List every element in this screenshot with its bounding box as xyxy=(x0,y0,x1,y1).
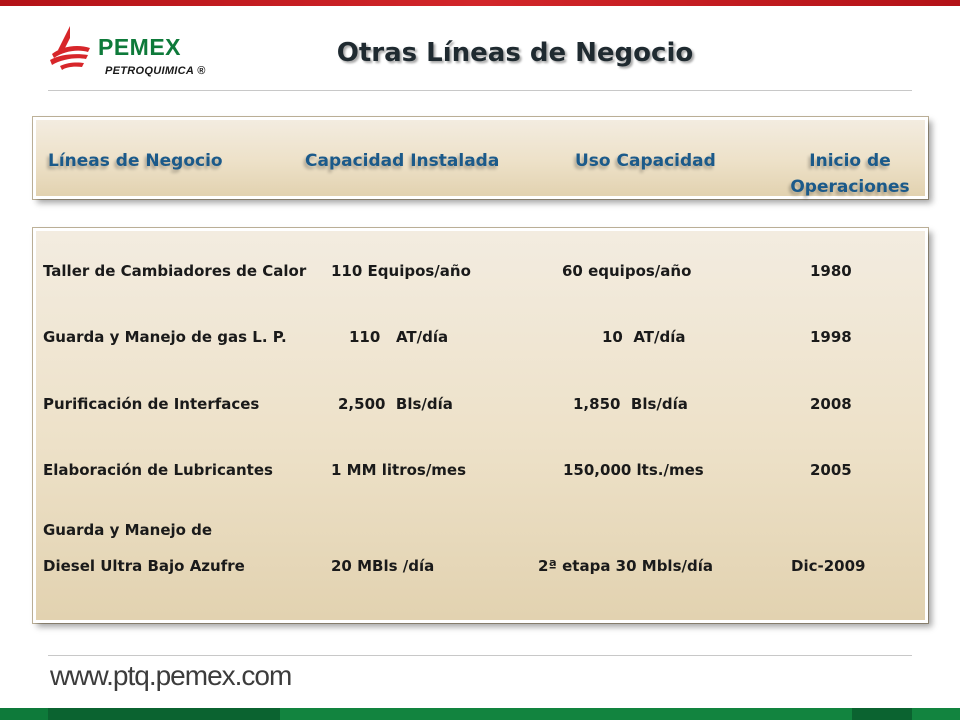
row-5-linea-line1: Guarda y Manejo de xyxy=(43,521,213,539)
row-3-capacidad: 2,500 Bls/día xyxy=(338,395,453,413)
header-uso-capacidad: Uso Capacidad xyxy=(575,151,716,171)
row-1-inicio: 1980 xyxy=(810,262,852,280)
header-inicio-line1: Inicio de xyxy=(809,151,891,171)
header-capacidad-instalada: Capacidad Instalada xyxy=(305,151,500,171)
table-header-panel: Líneas de Negocio Capacidad Instalada Us… xyxy=(33,117,928,199)
row-2-linea: Guarda y Manejo de gas L. P. xyxy=(43,328,287,346)
footer-divider xyxy=(48,655,912,656)
row-3-uso: 1,850 Bls/día xyxy=(573,395,688,413)
header-inicio-de-operaciones: Inicio de Operaciones xyxy=(788,148,912,200)
row-4-inicio: 2005 xyxy=(810,461,852,479)
header-lineas-de-negocio: Líneas de Negocio xyxy=(48,151,223,171)
row-5-uso: 2ª etapa 30 Mbls/día xyxy=(538,557,713,575)
row-3-linea: Purificación de Interfaces xyxy=(43,395,260,413)
row-3-inicio: 2008 xyxy=(810,395,852,413)
row-2-inicio: 1998 xyxy=(810,328,852,346)
row-2-capacidad: 110 AT/día xyxy=(349,328,449,346)
row-4-uso: 150,000 lts./mes xyxy=(563,461,704,479)
row-5-capacidad: 20 MBls /día xyxy=(331,557,435,575)
header-inicio-line2: Operaciones xyxy=(790,177,910,197)
page-title: Otras Líneas de Negocio xyxy=(336,38,694,68)
row-4-linea: Elaboración de Lubricantes xyxy=(43,461,273,479)
top-accent-bar xyxy=(0,0,960,6)
row-1-linea: Taller de Cambiadores de Calor xyxy=(43,262,307,280)
website-url: www.ptq.pemex.com xyxy=(50,660,292,691)
bottom-accent-bar xyxy=(0,708,960,720)
header-divider xyxy=(48,90,912,91)
table-body-panel: Taller de Cambiadores de Calor 110 Equip… xyxy=(33,228,928,623)
row-1-uso: 60 equipos/año xyxy=(562,262,692,280)
row-2-uso: 10 AT/día xyxy=(602,328,686,346)
row-4-capacidad: 1 MM litros/mes xyxy=(331,461,467,479)
row-5-inicio: Dic-2009 xyxy=(791,557,866,575)
row-5-linea-line2: Diesel Ultra Bajo Azufre xyxy=(43,557,245,575)
row-1-capacidad: 110 Equipos/año xyxy=(331,262,471,280)
